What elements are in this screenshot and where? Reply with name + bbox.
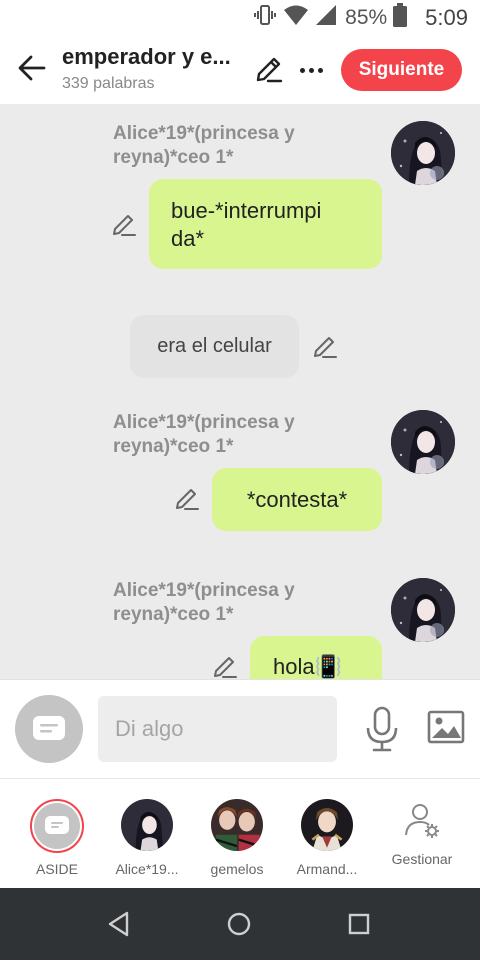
- microphone-button[interactable]: [364, 706, 400, 752]
- edit-message-button[interactable]: [312, 334, 338, 360]
- status-bar: 85% 5:09: [0, 0, 480, 36]
- character-gemelos[interactable]: gemelos: [192, 799, 282, 877]
- message-sender: Alice*19*(princesa y reyna)*ceo 1*: [113, 412, 295, 457]
- avatar[interactable]: [391, 410, 455, 474]
- character-name: gemelos: [210, 861, 264, 877]
- wifi-icon: [283, 4, 309, 32]
- nav-back-button[interactable]: [103, 908, 135, 940]
- avatar: [211, 799, 263, 851]
- battery-percent: 85%: [345, 6, 388, 29]
- microphone-icon: [366, 706, 398, 752]
- android-nav-bar: [0, 888, 480, 960]
- message-input[interactable]: [98, 696, 337, 762]
- character-name: Alice*19...: [115, 861, 179, 877]
- chat-bubble-icon: [33, 716, 65, 740]
- word-count: 339 palabras: [62, 75, 155, 92]
- avatar[interactable]: [391, 578, 455, 642]
- nav-home-button[interactable]: [223, 908, 255, 940]
- square-recents-icon: [348, 913, 370, 935]
- title-block: emperador y e... 339 palabras: [62, 44, 247, 93]
- status-icons: 85% 5:09: [253, 3, 468, 33]
- header: emperador y e... 339 palabras Siguiente: [0, 36, 480, 104]
- circle-home-icon: [227, 912, 251, 936]
- image-button[interactable]: [427, 710, 465, 746]
- pencil-icon: [256, 57, 283, 83]
- edit-title-button[interactable]: [254, 54, 286, 86]
- more-options-button[interactable]: [296, 54, 326, 86]
- triangle-back-icon: [108, 911, 129, 937]
- message-sender: Alice*19*(princesa y reyna)*ceo 1*: [113, 123, 295, 168]
- avatar[interactable]: [391, 121, 455, 185]
- manage-users-icon: [402, 801, 442, 841]
- message-bubble[interactable]: *contesta*: [212, 468, 382, 531]
- pencil-icon: [214, 657, 237, 678]
- message-bubble[interactable]: hola📳: [250, 636, 382, 679]
- battery-icon: [393, 3, 408, 33]
- narration-bubble[interactable]: era el celular: [130, 315, 299, 378]
- chat-area[interactable]: Alice*19*(princesa y reyna)*ceo 1* bue-*…: [0, 104, 480, 679]
- pencil-icon: [113, 215, 136, 236]
- avatar: [301, 799, 353, 851]
- nav-recents-button[interactable]: [343, 908, 375, 940]
- aside-icon: [30, 799, 84, 853]
- arrow-left-icon: [18, 55, 46, 81]
- dot: [317, 67, 323, 73]
- character-name: Armand...: [296, 861, 358, 877]
- character-name: ASIDE: [35, 861, 78, 877]
- clock: 5:09: [425, 5, 468, 30]
- aside-toggle-button[interactable]: [15, 695, 83, 763]
- character-aside[interactable]: ASIDE: [12, 799, 102, 877]
- input-bar: [0, 679, 480, 779]
- avatar: [121, 799, 173, 851]
- edit-message-button[interactable]: [212, 654, 238, 679]
- manage-characters-button[interactable]: Gestionar: [377, 801, 467, 867]
- edit-message-button[interactable]: [174, 486, 200, 512]
- dot: [299, 67, 305, 73]
- message-bubble[interactable]: bue-*interrumpi da*: [149, 179, 382, 269]
- character-armand[interactable]: Armand...: [282, 799, 372, 877]
- vibrate-icon: [253, 3, 277, 33]
- character-alice[interactable]: Alice*19...: [102, 799, 192, 877]
- pencil-icon: [176, 489, 199, 510]
- message-sender: Alice*19*(princesa y reyna)*ceo 1*: [113, 580, 295, 625]
- character-bar: ASIDE Alice*19... gemelos Armand... Gest…: [0, 779, 480, 888]
- next-button[interactable]: Siguiente: [341, 49, 462, 91]
- story-title: emperador y e...: [62, 44, 231, 69]
- pencil-icon: [314, 337, 337, 358]
- dot: [308, 67, 314, 73]
- back-button[interactable]: [14, 50, 50, 86]
- edit-message-button[interactable]: [111, 212, 137, 238]
- manage-label: Gestionar: [391, 851, 453, 867]
- image-icon: [427, 710, 465, 744]
- signal-icon: [315, 4, 337, 32]
